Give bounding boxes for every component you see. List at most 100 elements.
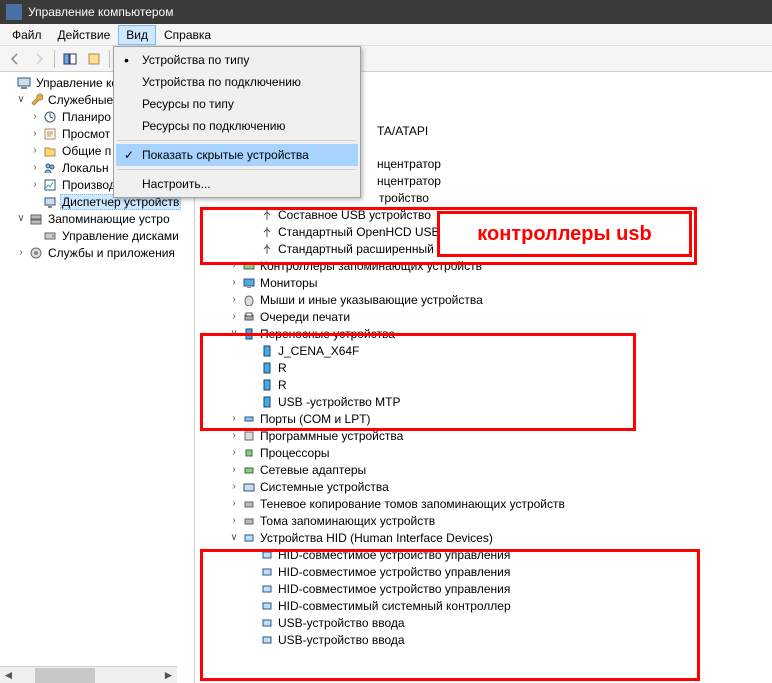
twisty-icon[interactable]: ∨ xyxy=(227,532,241,543)
dev-hid1[interactable]: HID-совместимое устройство управления xyxy=(197,546,772,563)
portable-device-icon xyxy=(259,360,275,376)
dev-software[interactable]: ›Программные устройства xyxy=(197,427,772,444)
dev-openhcd[interactable]: Стандартный OpenHCD USB xyxy=(197,223,772,240)
menu-action[interactable]: Действие xyxy=(50,25,119,45)
dd-separator xyxy=(118,140,356,141)
dev-label: HID-совместимое устройство управления xyxy=(278,582,510,596)
back-button[interactable] xyxy=(4,48,26,70)
tree-diskmgmt[interactable]: Управление дисками xyxy=(0,227,194,244)
forward-button[interactable] xyxy=(28,48,50,70)
dd-label: Настроить... xyxy=(142,177,211,191)
dev-label: Тома запоминающих устройств xyxy=(260,514,435,528)
dd-by-type[interactable]: Устройства по типу xyxy=(116,49,358,71)
dev-label: Переносные устройства xyxy=(260,327,395,341)
dd-res-by-type[interactable]: Ресурсы по типу xyxy=(116,93,358,115)
dev-label: Процессоры xyxy=(260,446,330,460)
dev-hid2[interactable]: HID-совместимое устройство управления xyxy=(197,563,772,580)
dev-jcena[interactable]: J_CENA_X64F xyxy=(197,342,772,359)
twisty-icon[interactable]: › xyxy=(227,447,241,458)
dev-label: HID-совместимое устройство управления xyxy=(278,565,510,579)
dev-label: Стандартный OpenHCD USB xyxy=(278,225,440,239)
dev-label: тройство xyxy=(379,191,429,205)
tree-svcapps[interactable]: › Службы и приложения xyxy=(0,244,194,261)
tree-storage[interactable]: ∨ Запоминающие устро xyxy=(0,210,194,227)
twisty-icon[interactable]: › xyxy=(28,162,42,173)
dev-monitors[interactable]: ›Мониторы xyxy=(197,274,772,291)
portable-device-icon xyxy=(259,377,275,393)
dev-hid3[interactable]: HID-совместимое устройство управления xyxy=(197,580,772,597)
show-hide-tree-button[interactable] xyxy=(59,48,81,70)
dev-usbinput1[interactable]: USB-устройство ввода xyxy=(197,614,772,631)
services-icon xyxy=(28,245,44,261)
twisty-icon[interactable]: › xyxy=(28,128,42,139)
dev-ext[interactable]: Стандартный расширенный xyxy=(197,240,772,257)
scroll-right-icon[interactable]: ► xyxy=(160,667,177,683)
dd-by-connection[interactable]: Устройства по подключению xyxy=(116,71,358,93)
twisty-icon[interactable]: › xyxy=(28,179,42,190)
tree-label: Планиро xyxy=(60,109,113,125)
dev-ports[interactable]: ›Порты (COM и LPT) xyxy=(197,410,772,427)
menu-view[interactable]: Вид xyxy=(118,25,156,45)
dev-storage-ctrl[interactable]: ›Контроллеры запоминающих устройств xyxy=(197,257,772,274)
dd-label: Ресурсы по типу xyxy=(142,97,234,111)
dev-sys[interactable]: › Системные устройства xyxy=(197,478,772,495)
menubar: Файл Действие Вид Справка xyxy=(0,24,772,46)
left-hscroll[interactable]: ◄ ► xyxy=(0,666,177,683)
software-icon xyxy=(241,428,257,444)
dev-print-queues[interactable]: ›Очереди печати xyxy=(197,308,772,325)
dev-composite[interactable]: Составное USB устройство xyxy=(197,206,772,223)
dev-label: ТА/ATAPI xyxy=(377,124,428,138)
dd-customize[interactable]: Настроить... xyxy=(116,173,358,195)
dev-hid4[interactable]: HID-совместимый системный контроллер xyxy=(197,597,772,614)
dev-label: Сетевые адаптеры xyxy=(260,463,366,477)
twisty-icon[interactable]: › xyxy=(28,145,42,156)
dd-label: Устройства по подключению xyxy=(142,75,301,89)
twisty-icon[interactable]: › xyxy=(227,260,241,271)
twisty-icon[interactable]: › xyxy=(227,464,241,475)
twisty-icon[interactable]: › xyxy=(227,277,241,288)
dev-mtp[interactable]: USB -устройство MTP xyxy=(197,393,772,410)
dev-usbinput2[interactable]: USB-устройство ввода xyxy=(197,631,772,648)
menu-help[interactable]: Справка xyxy=(156,25,219,45)
dev-r2[interactable]: R xyxy=(197,376,772,393)
menu-file[interactable]: Файл xyxy=(4,25,50,45)
twisty-icon[interactable]: › xyxy=(227,311,241,322)
dd-res-by-conn[interactable]: Ресурсы по подключению xyxy=(116,115,358,137)
dev-label: Системные устройства xyxy=(260,480,389,494)
dev-shadow[interactable]: › Теневое копирование томов запоминающих … xyxy=(197,495,772,512)
device-manager-icon xyxy=(42,194,58,210)
dev-r1[interactable]: R xyxy=(197,359,772,376)
usb-icon xyxy=(259,224,275,240)
twisty-icon[interactable]: › xyxy=(227,413,241,424)
hid-icon xyxy=(259,632,275,648)
dd-separator xyxy=(118,169,356,170)
twisty-icon[interactable]: › xyxy=(227,481,241,492)
dev-label: Устройства HID (Human Interface Devices) xyxy=(260,531,493,545)
twisty-icon[interactable]: › xyxy=(227,515,241,526)
dev-mice[interactable]: › Мыши и иные указывающие устройства xyxy=(197,291,772,308)
hid-icon xyxy=(259,547,275,563)
twisty-icon[interactable]: ∨ xyxy=(14,213,28,224)
dev-cpus[interactable]: › Процессоры xyxy=(197,444,772,461)
scroll-left-icon[interactable]: ◄ xyxy=(0,667,17,683)
twisty-icon[interactable]: ∨ xyxy=(227,328,241,339)
dev-volumes[interactable]: › Тома запоминающих устройств xyxy=(197,512,772,529)
dev-label: USB-устройство ввода xyxy=(278,633,405,647)
dev-label: Мыши и иные указывающие устройства xyxy=(260,293,483,307)
twisty-icon[interactable]: › xyxy=(227,498,241,509)
twisty-icon[interactable]: › xyxy=(14,247,28,258)
dev-portable[interactable]: ∨ Переносные устройства xyxy=(197,325,772,342)
scroll-thumb[interactable] xyxy=(35,668,95,683)
hid-icon xyxy=(259,615,275,631)
dd-show-hidden[interactable]: Показать скрытые устройства xyxy=(116,144,358,166)
properties-button[interactable] xyxy=(83,48,105,70)
dev-label: Теневое копирование томов запоминающих у… xyxy=(260,497,565,511)
twisty-icon[interactable]: › xyxy=(227,430,241,441)
twisty-icon[interactable]: › xyxy=(227,294,241,305)
cpu-icon xyxy=(241,445,257,461)
twisty-icon[interactable]: ∨ xyxy=(14,94,28,105)
dev-hid-root[interactable]: ∨ Устройства HID (Human Interface Devices… xyxy=(197,529,772,546)
twisty-icon[interactable]: › xyxy=(28,111,42,122)
mouse-icon xyxy=(241,292,257,308)
dev-net[interactable]: › Сетевые адаптеры xyxy=(197,461,772,478)
